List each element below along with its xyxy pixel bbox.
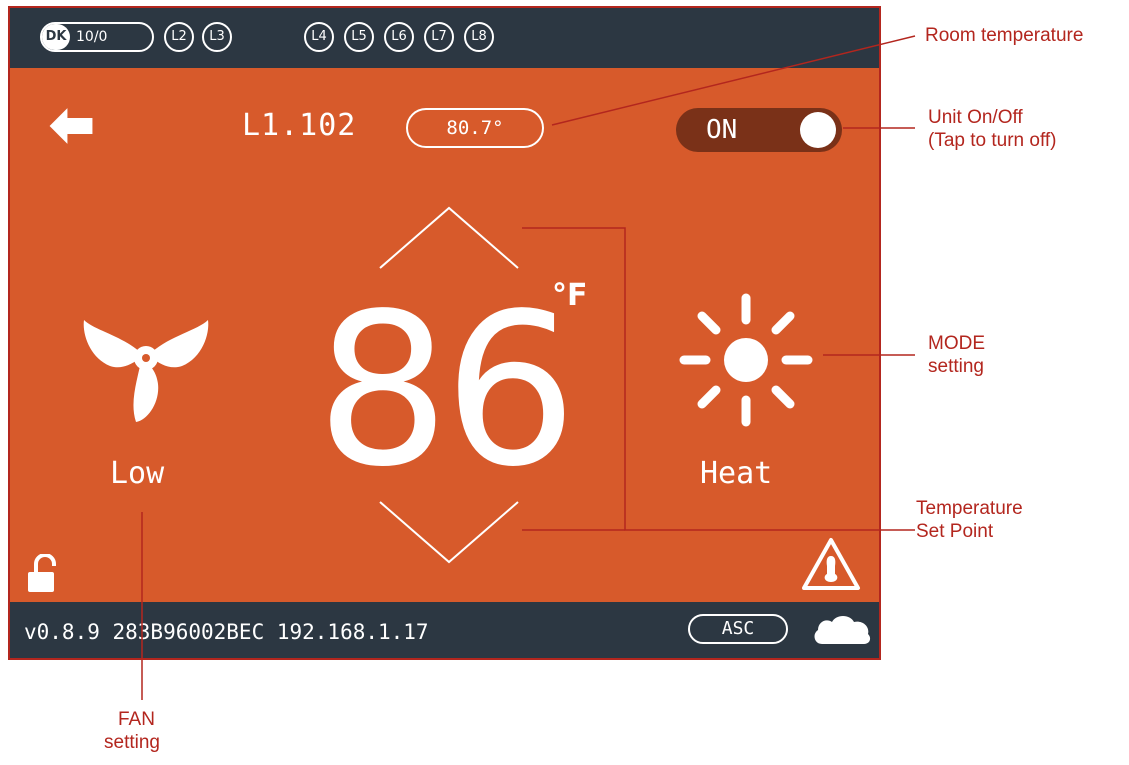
annotation-setpoint-line1: Temperature — [916, 498, 1023, 519]
annotation-mode-line1: MODE — [928, 333, 985, 354]
annotation-room-temperature: Room temperature — [925, 25, 1084, 46]
annotation-mode-line2: setting — [928, 356, 984, 377]
annotation-fan-line1: FAN — [118, 709, 155, 730]
annotation-setpoint-line2: Set Point — [916, 521, 994, 542]
annotation-unit-onoff-line2: (Tap to turn off) — [928, 130, 1057, 151]
annotation-fan-line2: setting — [104, 732, 160, 753]
annotation-unit-onoff-line1: Unit On/Off — [928, 107, 1023, 128]
